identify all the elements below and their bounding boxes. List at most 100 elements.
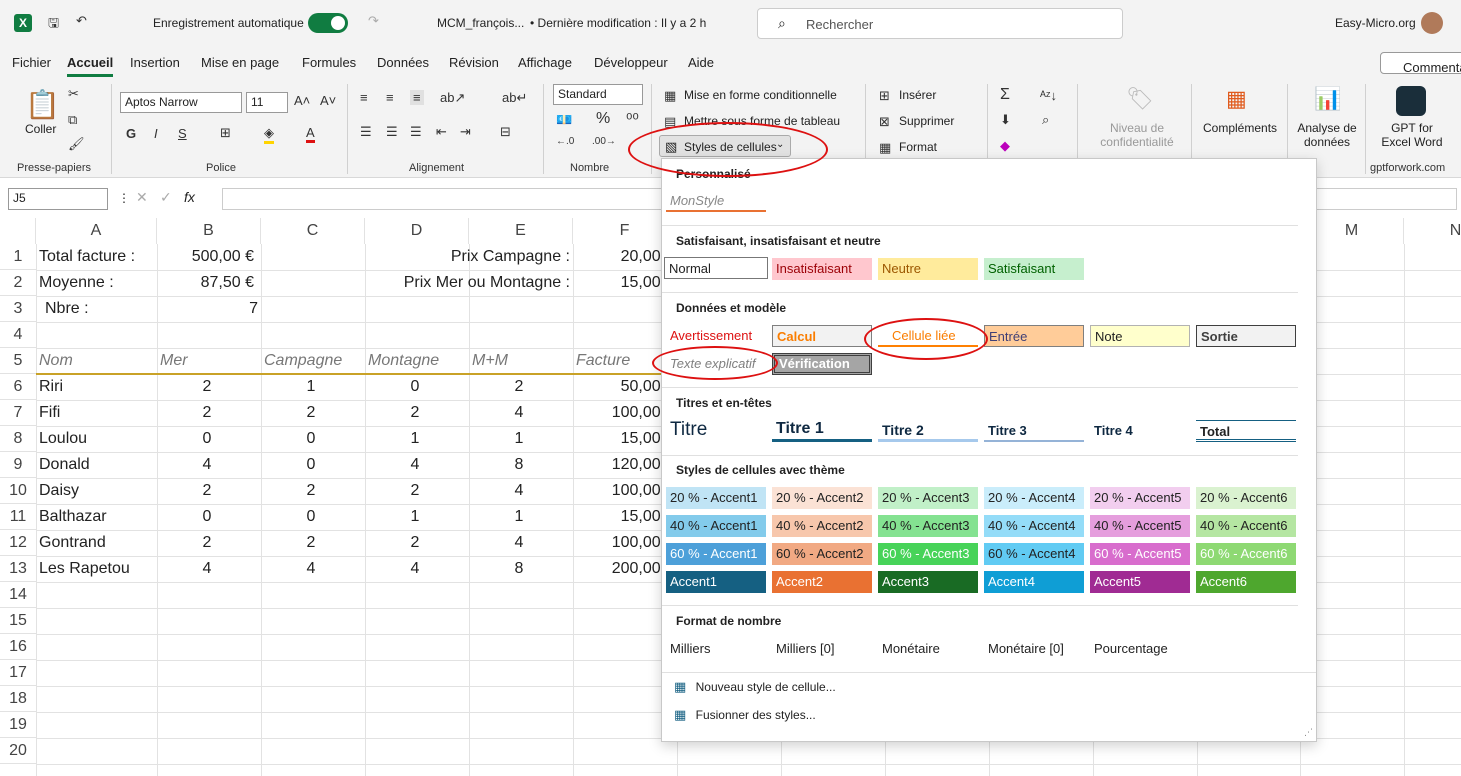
menu-formules[interactable]: Formules (302, 55, 356, 70)
redo-icon[interactable]: ↷ (368, 13, 379, 29)
save-icon[interactable]: 🖫 (48, 14, 59, 36)
header-facture[interactable]: Facture (573, 348, 633, 374)
table-cell[interactable]: 2 (365, 400, 465, 426)
column-header-d[interactable]: D (365, 218, 469, 244)
table-cell[interactable]: 2 (157, 400, 257, 426)
menu-accueil[interactable]: Accueil (67, 55, 114, 77)
column-header-b[interactable]: B (157, 218, 261, 244)
style-titre2[interactable]: Titre 2 (878, 419, 978, 442)
table-cell[interactable]: Riri (36, 374, 66, 400)
table-cell[interactable]: 8 (469, 556, 569, 582)
decrease-font-icon[interactable]: A˅ (320, 93, 336, 108)
style-monetaire-0[interactable]: Monétaire [0] (984, 638, 1084, 660)
row-header[interactable]: 6 (0, 374, 36, 400)
table-cell[interactable]: 2 (261, 478, 361, 504)
column-header-n[interactable]: N (1404, 218, 1461, 244)
column-header-a[interactable]: A (36, 218, 157, 244)
decrease-indent-icon[interactable]: ⇤ (436, 124, 447, 140)
header-nom[interactable]: Nom (36, 348, 76, 374)
table-cell[interactable]: 0 (365, 374, 465, 400)
fill-icon[interactable]: ⬇ (1000, 112, 1011, 128)
row-header[interactable]: 15 (0, 608, 36, 634)
style-verification[interactable]: Vérification (772, 353, 872, 375)
comments-button[interactable]: Commenta (1380, 52, 1461, 75)
merge-center-icon[interactable]: ⊟ (500, 124, 511, 140)
merge-styles-item[interactable]: ▦ Fusionner des styles... (674, 707, 974, 727)
copy-icon[interactable]: ⧉ (68, 112, 77, 128)
enter-icon[interactable]: ✓ (160, 189, 172, 206)
sort-filter-icon[interactable]: ᴬᶻ↓ (1040, 88, 1057, 103)
cell-d2[interactable]: Prix Mer ou Montagne : (365, 270, 573, 296)
table-cell[interactable]: 2 (157, 478, 257, 504)
style-theme20-4[interactable]: 20 % - Accent4 (984, 487, 1084, 509)
table-cell[interactable]: 2 (261, 400, 361, 426)
file-name[interactable]: MCM_françois... (437, 16, 524, 30)
table-cell[interactable]: 8 (469, 452, 569, 478)
orientation-icon[interactable]: ab↗ (440, 90, 465, 106)
align-right-icon[interactable]: ☰ (410, 124, 422, 140)
align-center-icon[interactable]: ☰ (386, 124, 398, 140)
gpt-button[interactable]: GPT for Excel Word (1380, 121, 1444, 149)
menu-donnees[interactable]: Données (377, 55, 429, 70)
menu-developpeur[interactable]: Développeur (594, 55, 668, 70)
row-header[interactable]: 5 (0, 348, 36, 374)
style-neutre[interactable]: Neutre (878, 258, 978, 280)
format-painter-icon[interactable]: 🖌 (68, 136, 85, 152)
table-cell[interactable]: 0 (261, 426, 361, 452)
row-header[interactable]: 17 (0, 660, 36, 686)
style-titre3[interactable]: Titre 3 (984, 420, 1084, 442)
cond-format-button[interactable]: Mise en forme conditionnelle (684, 88, 837, 102)
row-header[interactable]: 1 (0, 244, 36, 270)
style-titre4[interactable]: Titre 4 (1090, 420, 1190, 442)
percent-style-icon[interactable]: % (596, 110, 610, 128)
underline-icon[interactable]: S (178, 126, 187, 141)
name-box[interactable]: J5 (8, 188, 108, 210)
table-cell[interactable]: Les Rapetou (36, 556, 133, 582)
style-milliers[interactable]: Milliers (666, 638, 766, 660)
table-cell[interactable]: 0 (261, 452, 361, 478)
style-theme20-3[interactable]: 20 % - Accent3 (878, 487, 978, 509)
bold-icon[interactable]: G (126, 126, 136, 141)
increase-decimal-icon[interactable]: ←.0 (556, 136, 574, 147)
style-pourcentage[interactable]: Pourcentage (1090, 638, 1190, 660)
table-cell[interactable]: 0 (157, 504, 257, 530)
style-theme60-2[interactable]: 60 % - Accent2 (772, 543, 872, 565)
style-accents-3[interactable]: Accent3 (878, 571, 978, 593)
font-size-select[interactable]: 11 (246, 92, 288, 113)
cancel-icon[interactable]: ✕ (136, 189, 148, 206)
column-header-c[interactable]: C (261, 218, 365, 244)
table-cell[interactable]: 1 (365, 426, 465, 452)
menu-fichier[interactable]: Fichier (12, 55, 51, 70)
cell-a1[interactable]: Total facture : (36, 244, 138, 270)
wrap-text-icon[interactable]: ab↵ (502, 90, 527, 106)
style-avertissement[interactable]: Avertissement (666, 325, 766, 347)
paste-button[interactable]: Coller (25, 122, 56, 136)
accounting-format-icon[interactable]: 💶 (556, 112, 572, 128)
font-color-icon[interactable]: A (306, 125, 315, 143)
column-header-e[interactable]: E (469, 218, 573, 244)
table-cell[interactable]: 0 (261, 504, 361, 530)
style-satisfaisant[interactable]: Satisfaisant (984, 258, 1084, 280)
cell-b3[interactable]: 7 (157, 296, 261, 322)
header-campagne[interactable]: Campagne (261, 348, 345, 374)
search-box[interactable]: ⌕ Rechercher (757, 8, 1123, 39)
confidentiality-button[interactable]: Niveau de confidentialité (1094, 121, 1180, 149)
clear-icon[interactable]: ◆ (1000, 138, 1010, 154)
table-cell[interactable]: 4 (157, 556, 257, 582)
header-montagne[interactable]: Montagne (365, 348, 442, 374)
fx-icon[interactable]: fx (184, 189, 195, 205)
italic-icon[interactable]: I (154, 126, 158, 141)
row-header[interactable]: 10 (0, 478, 36, 504)
style-sortie[interactable]: Sortie (1196, 325, 1296, 347)
style-note[interactable]: Note (1090, 325, 1190, 347)
style-theme20-2[interactable]: 20 % - Accent2 (772, 487, 872, 509)
comma-style-icon[interactable]: ⁰⁰ (626, 110, 639, 130)
corner-select-all[interactable] (0, 218, 36, 244)
style-titre1[interactable]: Titre 1 (772, 418, 872, 442)
style-monetaire[interactable]: Monétaire (878, 638, 978, 660)
style-accents-4[interactable]: Accent4 (984, 571, 1084, 593)
menu-mise-en-page[interactable]: Mise en page (201, 55, 279, 70)
style-theme40-3[interactable]: 40 % - Accent3 (878, 515, 978, 537)
style-accents-2[interactable]: Accent2 (772, 571, 872, 593)
align-middle-icon[interactable]: ≡ (386, 90, 394, 105)
